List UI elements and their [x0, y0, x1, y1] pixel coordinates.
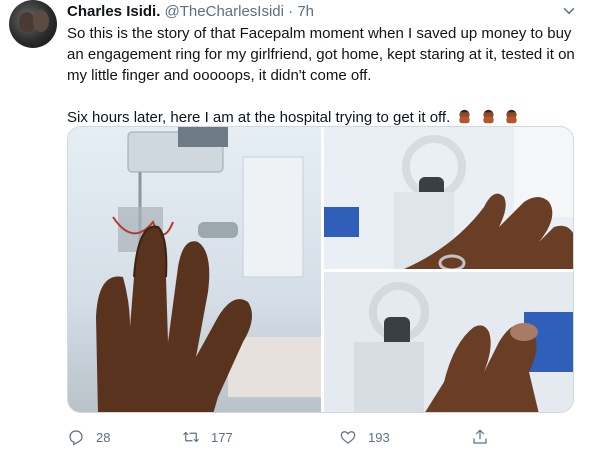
- hand-hospital-photo[interactable]: [68, 127, 321, 412]
- retweet-icon: [183, 431, 199, 443]
- retweet-count: 177: [211, 429, 233, 445]
- tweet-paragraph-1: So this is the story of that Facepalm mo…: [67, 25, 575, 84]
- like-button[interactable]: 193: [339, 428, 390, 446]
- avatar[interactable]: [9, 0, 57, 48]
- facepalm-emoji-icon: [483, 109, 494, 124]
- tweet-paragraph-2: Six hours later, here I am at the hospit…: [67, 107, 577, 128]
- tweet-media: [67, 126, 574, 413]
- tweet-header: Charles Isidi. @TheCharlesIsidi · 7h: [67, 2, 314, 21]
- author-name[interactable]: Charles Isidi.: [67, 3, 160, 20]
- like-count: 193: [368, 429, 390, 445]
- reply-count: 28: [96, 429, 111, 445]
- facepalm-emoji-icon: [506, 109, 517, 124]
- author-handle[interactable]: @TheCharlesIsidi: [165, 3, 284, 20]
- reply-button[interactable]: 28: [67, 428, 110, 446]
- ring-finger-photo[interactable]: [324, 127, 573, 269]
- separator-dot: ·: [288, 3, 294, 20]
- like-icon: [340, 431, 356, 444]
- tweet-actions: 28 177 193: [67, 428, 507, 448]
- finger-closeup-photo[interactable]: [324, 272, 573, 412]
- share-icon: [473, 429, 487, 444]
- tweet-timestamp[interactable]: 7h: [297, 3, 314, 20]
- share-button[interactable]: [471, 428, 489, 446]
- facepalm-emoji-icon: [459, 109, 471, 124]
- reply-icon: [69, 430, 83, 446]
- retweet-button[interactable]: 177: [182, 428, 233, 446]
- tweet: Charles Isidi. @TheCharlesIsidi · 7h So …: [0, 0, 592, 465]
- tweet-text: So this is the story of that Facepalm mo…: [67, 23, 577, 128]
- chevron-down-icon[interactable]: [560, 2, 578, 20]
